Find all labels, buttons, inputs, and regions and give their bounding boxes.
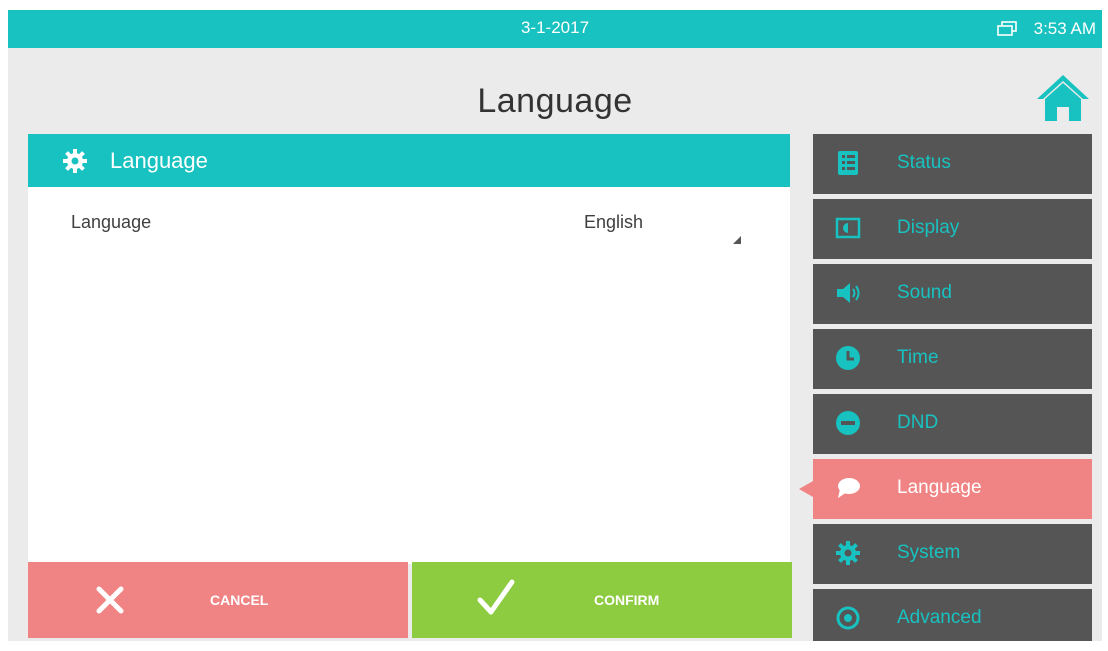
menu-item-label: Time xyxy=(897,347,939,368)
menu-item-status[interactable]: Status xyxy=(813,134,1092,194)
language-setting-row: Language English xyxy=(28,187,790,259)
home-icon xyxy=(1037,75,1089,121)
menu-item-label: Advanced xyxy=(897,607,982,628)
menu-item-dnd[interactable]: DND xyxy=(813,394,1092,454)
page-title: Language xyxy=(477,82,633,120)
menu-item-system[interactable]: System xyxy=(813,524,1092,584)
menu-item-display[interactable]: Display xyxy=(813,199,1092,259)
active-pointer xyxy=(799,481,813,497)
menu-item-label: System xyxy=(897,542,961,563)
menu-item-label: Status xyxy=(897,152,951,173)
language-select[interactable]: English xyxy=(576,203,756,249)
cancel-button[interactable]: CANCEL xyxy=(28,562,408,638)
panel-header-title: Language xyxy=(110,147,208,173)
cancel-button-label: CANCEL xyxy=(210,592,269,608)
status-date: 3-1-2017 xyxy=(520,18,590,37)
menu-item-language[interactable]: Language xyxy=(799,459,1092,519)
clock-icon xyxy=(836,346,860,370)
home-button[interactable] xyxy=(1034,72,1092,124)
confirm-button[interactable]: CONFIRM xyxy=(412,562,792,638)
menu-item-label: DND xyxy=(897,412,939,433)
checkmark-icon xyxy=(477,579,515,615)
confirm-button-label: CONFIRM xyxy=(594,592,660,608)
menu-item-label: Display xyxy=(897,217,960,238)
menu-item-advanced[interactable]: Advanced xyxy=(813,589,1092,641)
display-icon xyxy=(835,217,861,239)
gear-icon xyxy=(836,541,860,565)
status-time: 3:53 AM xyxy=(1033,19,1096,38)
panel-header: Language xyxy=(28,134,790,187)
language-setting-label: Language xyxy=(71,212,152,232)
status-bar: 3-1-2017 3:53 AM xyxy=(8,10,1102,48)
dnd-icon xyxy=(836,411,860,435)
menu-item-label: Language xyxy=(897,477,982,498)
gear-icon xyxy=(62,148,88,174)
status-right: 3:53 AM xyxy=(996,10,1096,48)
dropdown-arrow-icon xyxy=(733,236,741,244)
language-select-value: English xyxy=(584,212,644,232)
speech-bubble-icon xyxy=(838,478,860,498)
settings-panel: Language Language English xyxy=(28,134,790,564)
target-icon xyxy=(836,606,860,630)
menu-item-time[interactable]: Time xyxy=(813,329,1092,389)
close-icon xyxy=(96,586,124,614)
speaker-icon xyxy=(837,283,860,303)
menu-item-sound[interactable]: Sound xyxy=(813,264,1092,324)
status-icon xyxy=(838,151,858,175)
network-icon xyxy=(996,20,1022,38)
menu-item-label: Sound xyxy=(897,282,952,303)
screen-frame: 3-1-2017 3:53 AM Language Language Langu… xyxy=(8,10,1102,641)
